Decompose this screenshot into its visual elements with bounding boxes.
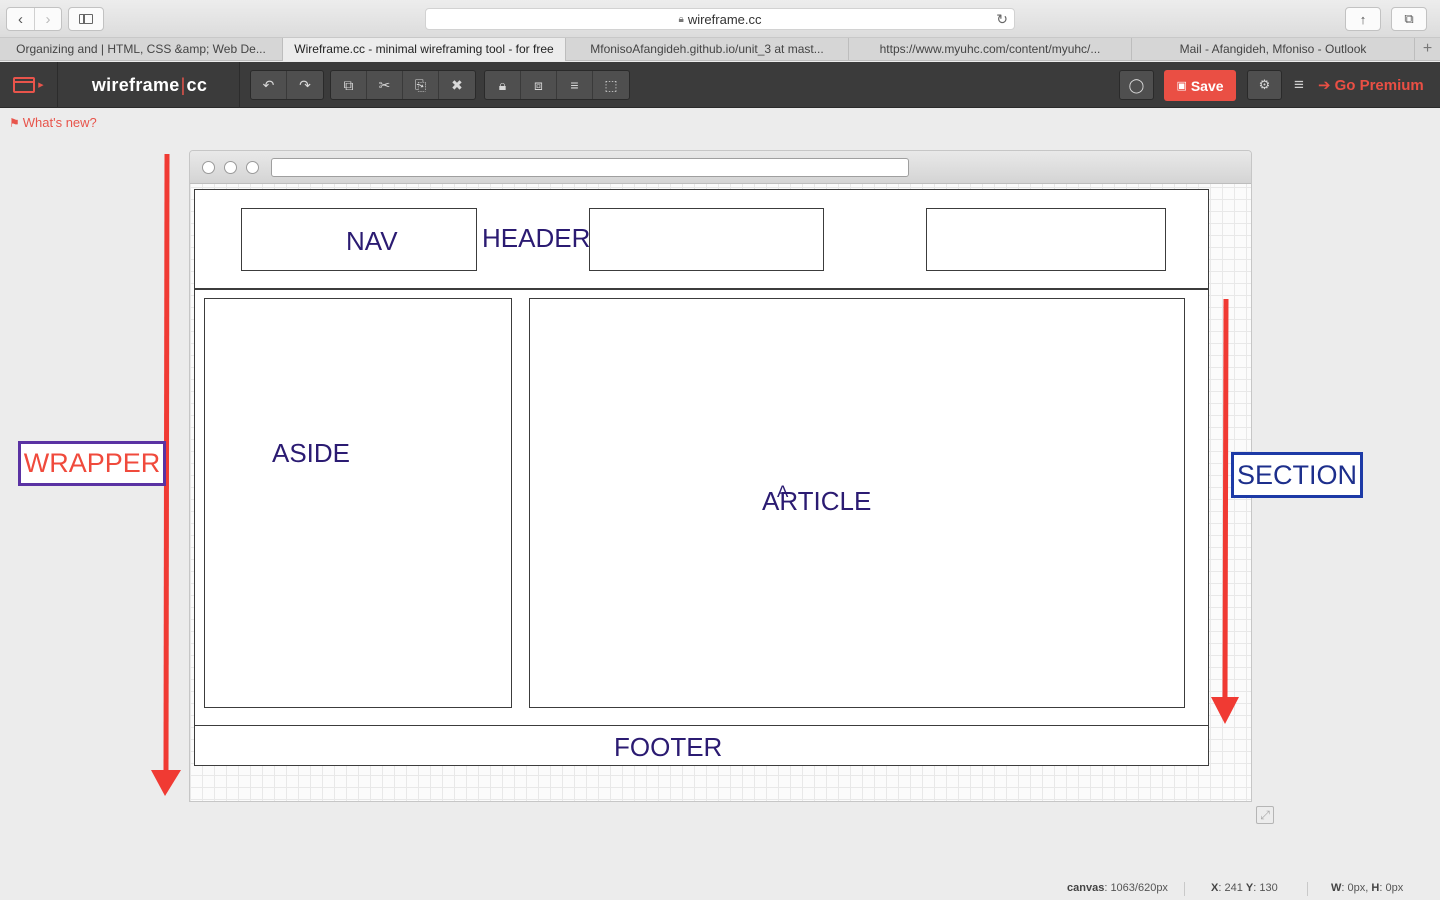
- reload-icon[interactable]: ↻: [996, 11, 1008, 28]
- align-button[interactable]: ≡: [557, 71, 593, 99]
- whats-new-label: What's new?: [22, 115, 97, 130]
- menu-button[interactable]: ≡: [1289, 75, 1309, 95]
- duplicate-button[interactable]: ⧉: [331, 71, 367, 99]
- wrapper-arrow-line: [163, 153, 170, 773]
- save-label: Save: [1190, 77, 1224, 94]
- tab-wireframe[interactable]: Wireframe.cc - minimal wireframing tool …: [283, 38, 566, 61]
- app-menu-button[interactable]: ▶: [0, 62, 58, 108]
- plus-icon: +: [1422, 40, 1433, 57]
- share-icon: ↑: [1359, 11, 1367, 27]
- section-annotation[interactable]: SECTION: [1231, 452, 1363, 498]
- wireframe-canvas[interactable]: NAV HEADER ASIDE ARTICLE A FOOTER: [189, 150, 1252, 802]
- header-label[interactable]: HEADER: [482, 223, 590, 254]
- tabs-icon: ⧉: [1404, 11, 1414, 26]
- mock-browser-titlebar: [190, 151, 1251, 184]
- address-bar[interactable]: 🔒︎ wireframe.cc ↻: [425, 8, 1015, 30]
- sidebar-icon: [79, 14, 93, 24]
- layers-icon: ⧈: [534, 76, 543, 93]
- back-button[interactable]: ‹: [7, 8, 34, 30]
- brand-left: wireframe: [91, 74, 180, 95]
- flag-icon: ⚑: [9, 115, 20, 130]
- whats-new-link[interactable]: ⚑ What's new?: [9, 115, 97, 130]
- comment-button[interactable]: ◯: [1119, 70, 1154, 100]
- article-text-cursor: A: [777, 482, 789, 501]
- address-text: wireframe.cc: [687, 11, 762, 27]
- forward-button[interactable]: ›: [34, 8, 61, 30]
- scissors-icon: ✂: [378, 76, 391, 93]
- arrow-right-icon: ➔: [1318, 77, 1331, 94]
- go-premium-label: Go Premium: [1334, 76, 1424, 94]
- hamburger-icon: ≡: [1294, 75, 1304, 94]
- window-dot-minimize: [224, 161, 237, 174]
- undo-button[interactable]: ↶: [251, 71, 287, 99]
- paste-button[interactable]: ⎘: [403, 71, 439, 99]
- aside-box[interactable]: [204, 298, 512, 708]
- tab-strip: Organizing and | HTML, CSS &amp; Web De.…: [0, 38, 1440, 61]
- cut-button[interactable]: ✂: [367, 71, 403, 99]
- sidebar-toggle-button[interactable]: [68, 7, 104, 31]
- floppy-disk-icon: ▣: [1176, 80, 1187, 92]
- comment-icon: ◯: [1128, 76, 1145, 93]
- save-button[interactable]: ▣ Save: [1164, 70, 1236, 101]
- go-premium-link[interactable]: ➔ Go Premium: [1318, 62, 1424, 108]
- arrange-group: 🔒︎ ⧈ ≡ ⬚: [484, 70, 630, 100]
- wrapper-arrow-head: [151, 770, 181, 796]
- brand-divider: |: [180, 74, 186, 95]
- undo-icon: ↶: [262, 76, 275, 93]
- tab-github[interactable]: MfonisoAfangideh.github.io/unit_3 at mas…: [566, 38, 849, 61]
- status-bar: canvas: 1063/620px X: 241 Y: 130 W: 0px,…: [0, 878, 1440, 900]
- fullscreen-icon[interactable]: ⤢: [1256, 806, 1274, 824]
- edit-group: ⧉ ✂ ⎘ ✖: [330, 70, 476, 100]
- show-tabs-button[interactable]: ⧉: [1391, 7, 1427, 31]
- history-group: ↶ ↷: [250, 70, 324, 100]
- delete-button[interactable]: ✖: [439, 71, 475, 99]
- footer-label[interactable]: FOOTER: [614, 732, 722, 763]
- chevron-left-icon: ‹: [18, 10, 23, 28]
- gears-icon: ⚙: [1258, 77, 1271, 92]
- share-button[interactable]: ↑: [1345, 7, 1381, 31]
- status-divider: [1184, 882, 1185, 896]
- history-buttons: ‹ ›: [6, 7, 62, 31]
- selection-size-readout: W: 0px, H: 0px: [1331, 882, 1404, 894]
- tab-myuhc[interactable]: https://www.myuhc.com/content/myuhc/...: [849, 38, 1132, 61]
- status-divider: [1307, 882, 1308, 896]
- browser-toolbar: ‹ › 🔒︎ wireframe.cc ↻ ↑ ⧉: [0, 0, 1440, 38]
- close-icon: ✖: [451, 76, 463, 93]
- canvas-size-readout: canvas: 1063/620px: [1067, 882, 1168, 894]
- duplicate-icon: ⧉: [343, 76, 354, 93]
- window-icon: [13, 77, 36, 93]
- header-box-right[interactable]: [926, 208, 1166, 271]
- cursor-position-readout: X: 241 Y: 130: [1211, 882, 1278, 894]
- header-box-middle[interactable]: [589, 208, 824, 271]
- group-icon: ⬚: [604, 76, 618, 93]
- aside-label[interactable]: ASIDE: [272, 438, 350, 469]
- window-dot-close: [202, 161, 215, 174]
- tab-organizing[interactable]: Organizing and | HTML, CSS &amp; Web De.…: [0, 38, 283, 61]
- new-tab-button[interactable]: +: [1415, 38, 1440, 60]
- align-left-icon: ≡: [570, 77, 579, 93]
- app-toolbar: ▶ wireframe | cc ↶ ↷ ⧉ ✂ ⎘ ✖ 🔒︎ ⧈ ≡ ⬚ ◯ ▣ …: [0, 62, 1440, 108]
- clipboard-icon: ⎘: [414, 76, 427, 93]
- wrapper-annotation[interactable]: WRAPPER: [18, 441, 166, 486]
- redo-button[interactable]: ↷: [287, 71, 323, 99]
- lock-icon: 🔒︎: [678, 13, 684, 25]
- window-dot-maximize: [246, 161, 259, 174]
- bring-front-button[interactable]: ⧈: [521, 71, 557, 99]
- caret-right-icon: ▶: [38, 82, 44, 89]
- redo-icon: ↷: [299, 76, 311, 93]
- tab-outlook[interactable]: Mail - Afangideh, Mfoniso - Outlook: [1132, 38, 1415, 61]
- chevron-right-icon: ›: [45, 10, 51, 28]
- brand-right: cc: [186, 74, 208, 95]
- brand-logo: wireframe | cc: [60, 62, 240, 108]
- lock-icon: 🔒︎: [498, 76, 507, 93]
- mock-address-bar: [271, 158, 909, 177]
- nav-label[interactable]: NAV: [346, 226, 398, 257]
- settings-button[interactable]: ⚙: [1247, 70, 1282, 100]
- lock-button[interactable]: 🔒︎: [485, 71, 521, 99]
- group-button[interactable]: ⬚: [593, 71, 629, 99]
